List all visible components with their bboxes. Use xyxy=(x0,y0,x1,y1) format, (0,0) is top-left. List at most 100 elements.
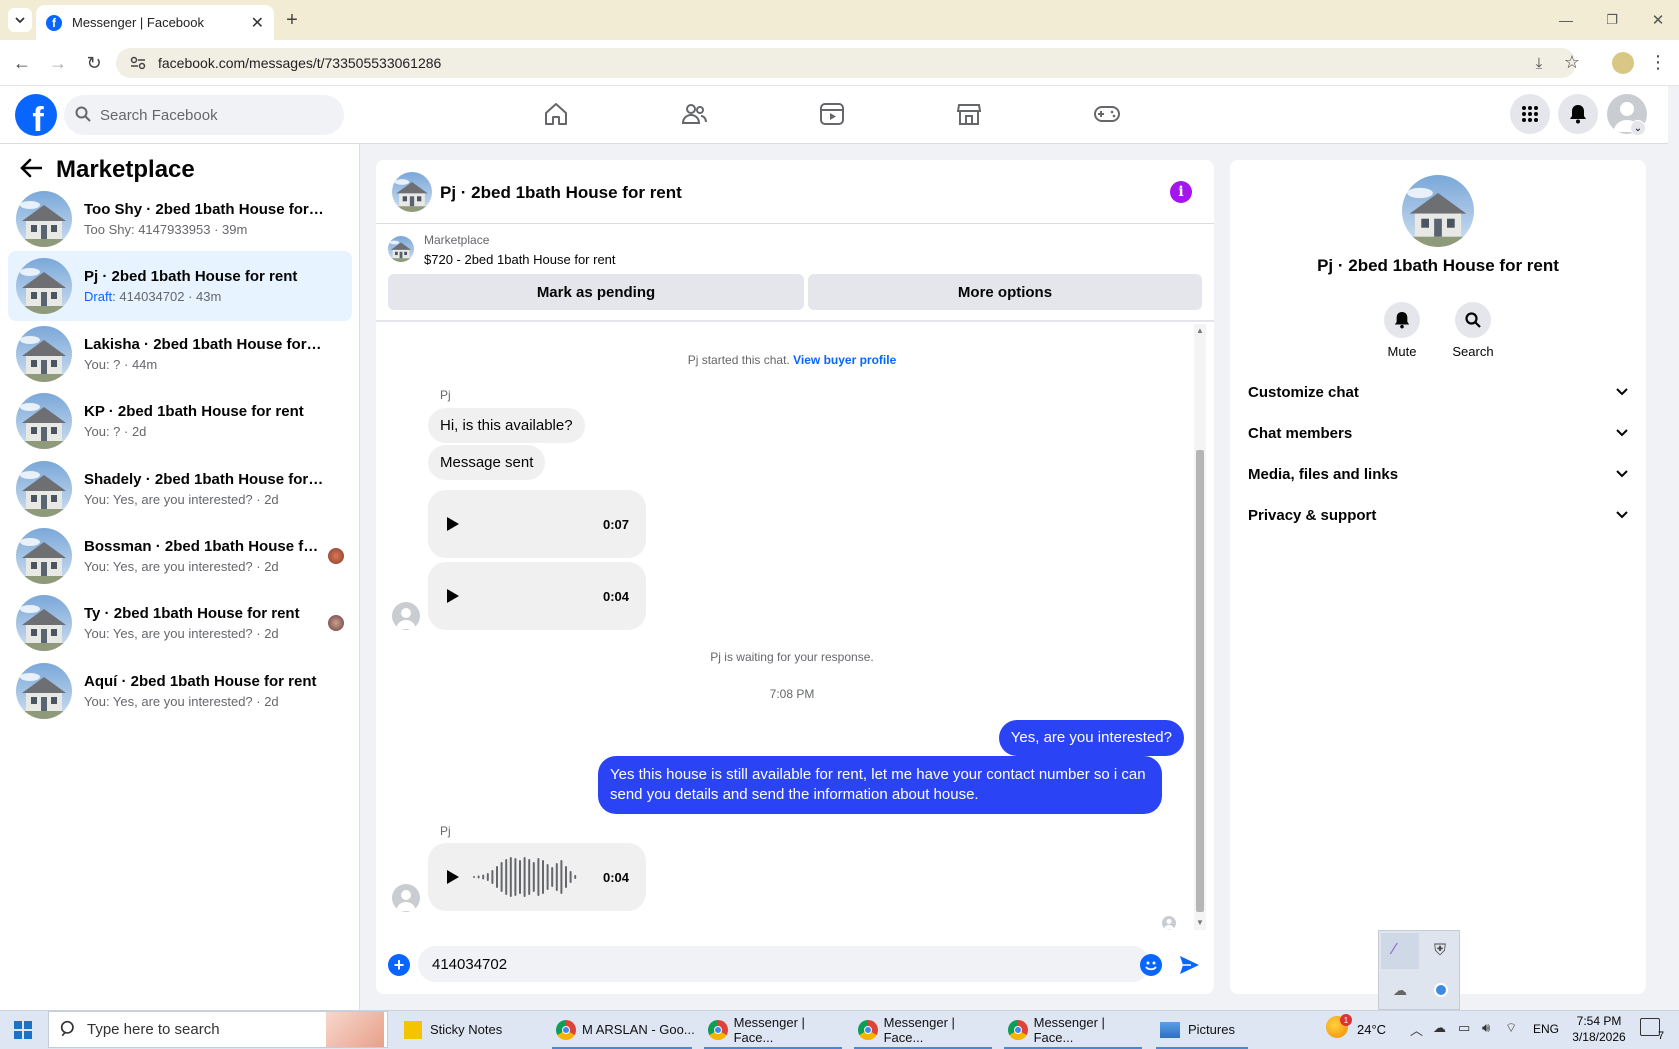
browser-menu-icon[interactable]: ⋮ xyxy=(1648,50,1668,74)
temperature-text[interactable]: 24°C xyxy=(1357,1022,1386,1037)
search-label[interactable]: Search xyxy=(1443,344,1503,359)
conversation-item[interactable]: Ty · 2bed 1bath House for rent You: Yes, … xyxy=(8,588,352,658)
close-tab-icon[interactable]: ✕ xyxy=(251,13,264,33)
account-chevron-icon[interactable]: ⌄ xyxy=(1630,120,1646,136)
chat-house-thumbnail[interactable] xyxy=(392,172,432,212)
friends-nav-icon[interactable] xyxy=(680,100,708,128)
search-facebook-input[interactable]: Search Facebook xyxy=(64,95,344,135)
conversation-item[interactable]: Pj · 2bed 1bath House for rent Draft: 414… xyxy=(8,251,352,321)
clock[interactable]: 7:54 PM 3/18/2026 xyxy=(1570,1013,1628,1045)
listing-title[interactable]: $720 - 2bed 1bath House for rent xyxy=(424,252,616,267)
video-nav-icon[interactable] xyxy=(818,100,846,128)
chat-title[interactable]: Pj · 2bed 1bath House for rent xyxy=(440,183,682,203)
facebook-logo-icon[interactable]: f xyxy=(15,94,57,136)
play-icon[interactable] xyxy=(447,870,459,884)
conversation-item[interactable]: KP · 2bed 1bath House for rent You: ? · 2… xyxy=(8,386,352,456)
conversation-item[interactable]: Too Shy · 2bed 1bath House for rent Too S… xyxy=(8,184,352,254)
close-window-icon[interactable]: ✕ xyxy=(1646,8,1670,32)
volume-icon[interactable]: 🔊︎ xyxy=(1482,1020,1490,1036)
play-icon[interactable] xyxy=(447,517,459,531)
voice-message[interactable]: 0:04 xyxy=(428,562,646,630)
scroll-up-icon[interactable]: ▲ xyxy=(1196,326,1204,335)
cloud-tray-icon[interactable]: ☁ xyxy=(1433,1020,1446,1036)
taskbar-app-button[interactable]: Pictures xyxy=(1152,1010,1252,1049)
scrollbar-thumb[interactable] xyxy=(1196,450,1204,912)
search-in-chat-icon[interactable] xyxy=(1455,302,1491,338)
draft-label: Draft: xyxy=(84,289,116,304)
incoming-message[interactable]: Hi, is this available? xyxy=(428,408,585,443)
cloud-offline-icon[interactable]: ☁ xyxy=(1383,973,1417,1007)
conversation-item[interactable]: Bossman · 2bed 1bath House for rent You: … xyxy=(8,521,352,591)
voice-message[interactable]: 0:07 xyxy=(428,490,646,558)
mute-label[interactable]: Mute xyxy=(1372,344,1432,359)
notifications-bell-icon[interactable] xyxy=(1558,94,1598,134)
details-house-avatar[interactable] xyxy=(1402,175,1474,247)
marketplace-nav-icon[interactable] xyxy=(955,100,983,128)
mark-as-pending-button[interactable]: Mark as pending xyxy=(388,274,804,310)
details-section-toggle[interactable]: Privacy & support xyxy=(1244,497,1634,533)
add-attachment-icon[interactable]: + xyxy=(388,954,410,976)
message-input[interactable]: 414034702 xyxy=(418,946,1150,982)
new-tab-icon[interactable]: + xyxy=(280,8,304,32)
voice-message[interactable]: 0:04 xyxy=(428,843,646,911)
menu-grid-icon[interactable] xyxy=(1510,94,1550,134)
message-scrollbar[interactable]: ▲ ▼ xyxy=(1194,324,1206,930)
conversation-thumbnail xyxy=(16,528,72,584)
address-bar[interactable]: facebook.com/messages/t/733505533061286 xyxy=(116,48,1576,78)
sender-avatar[interactable] xyxy=(392,884,420,912)
back-icon[interactable]: ← xyxy=(10,50,34,76)
emoji-icon[interactable] xyxy=(1140,954,1162,976)
forward-icon[interactable]: → xyxy=(46,50,70,76)
language-indicator[interactable]: ENG xyxy=(1533,1022,1559,1036)
tray-app-icon[interactable] xyxy=(1434,983,1448,997)
mute-bell-icon[interactable] xyxy=(1384,302,1420,338)
scroll-down-icon[interactable]: ▼ xyxy=(1196,918,1204,927)
taskbar-app-button[interactable]: Messenger | Face... xyxy=(1000,1010,1146,1049)
site-info-icon[interactable] xyxy=(130,56,146,73)
browser-tab[interactable]: f Messenger | Facebook ✕ xyxy=(36,5,274,40)
notification-center-icon[interactable] xyxy=(1640,1018,1660,1036)
outgoing-message[interactable]: Yes this house is still available for re… xyxy=(598,756,1162,814)
gaming-nav-icon[interactable] xyxy=(1093,100,1121,128)
conversation-item[interactable]: Aquí · 2bed 1bath House for rent You: Yes… xyxy=(8,656,352,726)
incoming-message[interactable]: Message sent xyxy=(428,445,546,480)
details-section-toggle[interactable]: Media, files and links xyxy=(1244,456,1634,492)
tray-chevron-icon[interactable]: ︿ xyxy=(1410,1020,1423,1039)
wifi-icon[interactable]: ⌔ xyxy=(1505,1020,1517,1036)
taskbar-app-button[interactable]: Messenger | Face... xyxy=(850,1010,996,1049)
taskbar-app-button[interactable]: Sticky Notes xyxy=(396,1010,542,1049)
back-arrow-icon[interactable] xyxy=(20,158,44,182)
details-section-toggle[interactable]: Customize chat xyxy=(1244,374,1634,410)
tab-search-icon[interactable] xyxy=(8,8,32,32)
conversation-item[interactable]: Lakisha · 2bed 1bath House for rent You: … xyxy=(8,319,352,389)
windows-start-icon[interactable] xyxy=(14,1021,32,1044)
outgoing-message[interactable]: Yes, are you interested? xyxy=(998,720,1184,756)
minimize-icon[interactable]: — xyxy=(1554,8,1578,32)
view-buyer-profile-link[interactable]: View buyer profile xyxy=(793,353,896,367)
more-options-button[interactable]: More options xyxy=(808,274,1202,310)
play-icon[interactable] xyxy=(447,589,459,603)
chrome-icon xyxy=(1008,1019,1028,1040)
bookmark-star-icon[interactable]: ☆ xyxy=(1560,50,1584,74)
listing-thumbnail[interactable] xyxy=(388,236,414,262)
taskbar-app-button[interactable]: Messenger | Face... xyxy=(700,1010,846,1049)
conversation-item[interactable]: Shadely · 2bed 1bath House for rent You: … xyxy=(8,454,352,524)
profile-icon[interactable] xyxy=(1612,52,1634,74)
info-icon[interactable]: i xyxy=(1170,181,1192,203)
seen-by-avatar xyxy=(328,615,344,631)
conversation-thumbnail xyxy=(16,191,72,247)
install-app-icon[interactable]: ⤓ xyxy=(1528,52,1550,74)
sender-avatar[interactable] xyxy=(392,602,420,630)
home-nav-icon[interactable] xyxy=(542,100,570,128)
taskbar-app-label: Pictures xyxy=(1188,1022,1235,1037)
details-section-toggle[interactable]: Chat members xyxy=(1244,415,1634,451)
network-tray-icon[interactable]: ▭ xyxy=(1458,1020,1470,1036)
conversation-title: Ty · 2bed 1bath House for rent xyxy=(84,605,300,622)
send-icon[interactable] xyxy=(1178,954,1200,981)
restore-icon[interactable]: ❐ xyxy=(1600,8,1624,32)
waveform-bar xyxy=(491,870,494,884)
taskbar-app-button[interactable]: M ARSLAN - Goo... xyxy=(548,1010,696,1049)
reload-icon[interactable]: ↻ xyxy=(82,50,106,76)
feather-app-icon[interactable]: ⁄ xyxy=(1381,933,1419,969)
security-shield-icon[interactable]: ⛨ xyxy=(1423,935,1457,967)
